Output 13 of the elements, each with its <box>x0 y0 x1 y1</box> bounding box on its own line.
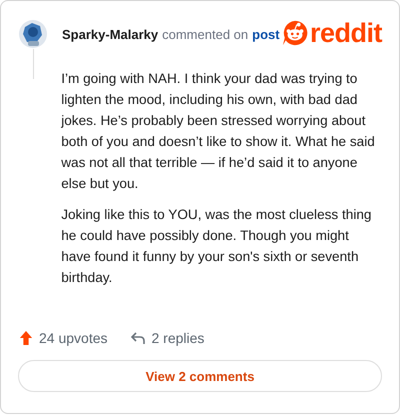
upvote-arrow-icon <box>19 330 33 346</box>
reply-icon <box>130 331 146 345</box>
reply-count: 2 replies <box>152 330 204 346</box>
view-comments-button[interactable]: View 2 comments <box>18 360 382 392</box>
brand-logo-text: reddit <box>310 20 382 46</box>
comment-paragraph: Joking like this to YOU, was the most clueless thing he could have possibly done. Though you might have found it funny by your son's sixth or seventh birthday. <box>61 206 372 287</box>
avatar-icon <box>18 17 48 49</box>
alien-icon <box>282 20 308 46</box>
action-text: commented on <box>162 26 248 42</box>
post-link[interactable]: post <box>252 26 280 42</box>
upvote-count: 24 upvotes <box>39 330 108 346</box>
author-name[interactable]: Sparky-Malarky <box>62 26 158 42</box>
comment-paragraph: I’m going with NAH. I think your dad was trying to lighten the mood, including his own, with bad dad jokes. He’s probably been stressed worrying about both of you and doesn’t like to show it. What he said was not all that terrible — if he’d said it to anyone else but you. <box>61 70 376 193</box>
